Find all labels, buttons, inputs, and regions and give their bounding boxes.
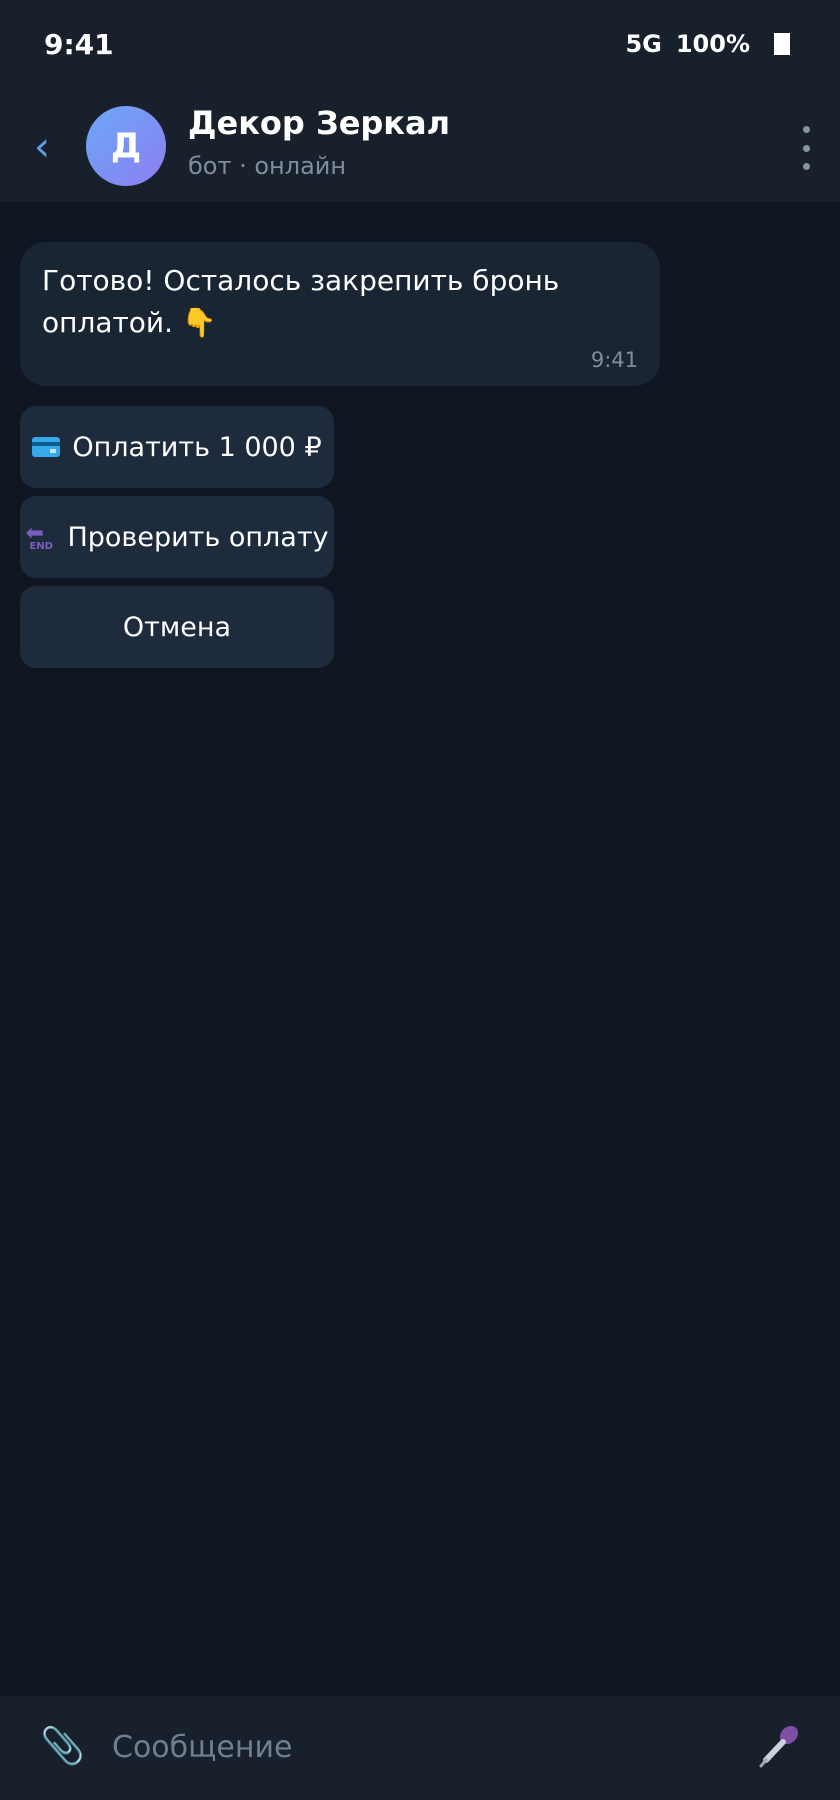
chevron-left-icon: ‹	[34, 124, 50, 170]
message-text: Готово! Осталось закрепить бронь оплатой…	[42, 264, 560, 339]
network-label: 5G	[625, 30, 662, 58]
back-button[interactable]: ‹	[22, 122, 62, 172]
check-payment-label: Проверить оплату	[67, 521, 329, 553]
status-bar: 9:41 5G 100%	[0, 0, 840, 92]
input-bar: 📎	[0, 1696, 840, 1800]
battery-label: 100%	[675, 30, 750, 58]
microphone-button[interactable]	[756, 1722, 804, 1772]
battery-icon	[774, 33, 790, 55]
cancel-button[interactable]: Отмена	[20, 586, 334, 668]
end-arrow-icon: ⬅ END	[25, 521, 53, 553]
pay-button[interactable]: Оплатить 1 000 ₽	[20, 406, 334, 488]
check-payment-button[interactable]: ⬅ END Проверить оплату	[20, 496, 334, 578]
more-vertical-icon	[802, 126, 810, 133]
cancel-button-label: Отмена	[122, 611, 232, 643]
chat-header: ‹ Д Декор Зеркал бот · онлайн	[0, 92, 840, 202]
message-time: 9:41	[590, 348, 638, 372]
microphone-icon	[759, 1725, 799, 1768]
status-time: 9:41	[44, 28, 114, 61]
credit-card-icon	[32, 437, 61, 457]
attach-button[interactable]: 📎	[40, 1724, 85, 1770]
more-menu-button[interactable]	[796, 126, 816, 170]
chat-screen: 9:41 5G 100% ‹ Д Декор Зеркал бот · онла…	[0, 0, 840, 1800]
status-indicators: 5G 100%	[625, 30, 790, 58]
avatar-letter: Д	[110, 126, 142, 166]
avatar[interactable]: Д	[86, 106, 166, 186]
chat-subtitle: бот · онлайн	[188, 152, 347, 180]
paperclip-icon: 📎	[40, 1726, 85, 1767]
message-input[interactable]	[112, 1722, 732, 1772]
pay-button-label: Оплатить 1 000 ₽	[72, 431, 322, 463]
message-bubble: Готово! Осталось закрепить бронь оплатой…	[20, 242, 660, 386]
chat-title[interactable]: Декор Зеркал	[188, 104, 450, 142]
